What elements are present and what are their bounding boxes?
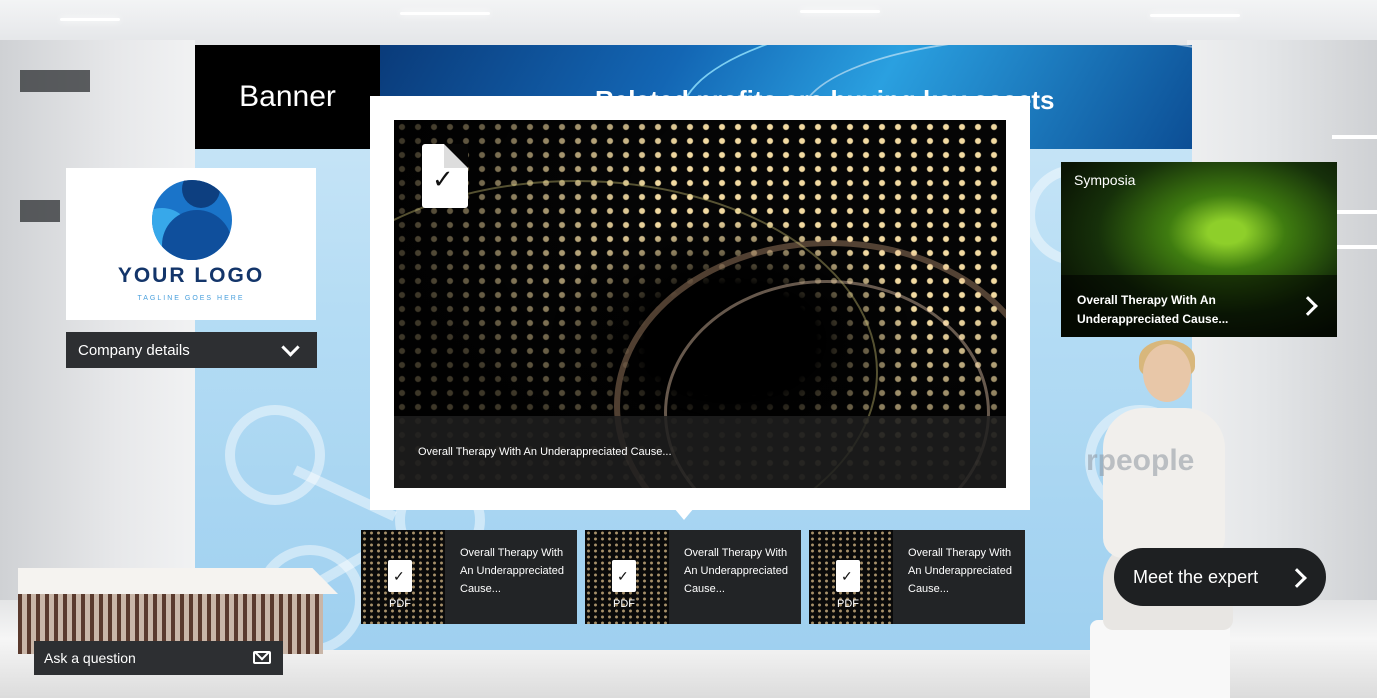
banner-label: Banner	[195, 45, 380, 149]
pdf-label: PDF	[613, 598, 635, 610]
feature-pointer	[674, 508, 694, 520]
symposia-card[interactable]: Symposia Overall Therapy With An Underap…	[1061, 162, 1337, 337]
left-wall	[0, 40, 195, 600]
ceiling	[0, 0, 1377, 50]
symposia-caption-bar: Overall Therapy With An Underappreciated…	[1061, 275, 1337, 337]
thumbnail-title: Overall Therapy With An Underappreciated…	[908, 547, 1012, 595]
document-thumbnail[interactable]: ✓ PDF Overall Therapy With An Underappre…	[809, 530, 1025, 624]
chair	[1090, 620, 1230, 698]
ceiling-light	[1150, 14, 1240, 17]
mail-icon	[253, 651, 271, 664]
ask-a-question-button[interactable]: Ask a question	[34, 641, 283, 675]
thumbnail-image: ✓ PDF	[809, 530, 893, 624]
pdf-icon: ✓	[612, 560, 636, 592]
chevron-right-icon	[1287, 568, 1307, 588]
document-thumbnail[interactable]: ✓ PDF Overall Therapy With An Underappre…	[361, 530, 577, 624]
company-logo: YOUR LOGO TAGLINE GOES HERE	[66, 168, 316, 320]
molecule-decoration	[225, 405, 325, 505]
document-thumbnail[interactable]: ✓ PDF Overall Therapy With An Underappre…	[585, 530, 801, 624]
company-details-dropdown[interactable]: Company details	[66, 332, 317, 368]
meet-the-expert-button[interactable]: Meet the expert	[1114, 548, 1326, 606]
expert-avatar	[1085, 340, 1245, 698]
thumbnail-title: Overall Therapy With An Underappreciated…	[684, 547, 788, 595]
logo-tagline: TAGLINE GOES HERE	[137, 295, 245, 302]
wall-panel	[20, 200, 60, 222]
featured-document-card[interactable]: ✓ Overall Therapy With An Underappreciat…	[370, 96, 1030, 510]
pdf-icon: ✓	[388, 560, 412, 592]
logo-mark-icon	[152, 180, 232, 260]
pdf-icon: ✓	[422, 144, 468, 208]
pdf-label: PDF	[837, 598, 859, 610]
logo-text: YOUR LOGO	[117, 264, 265, 287]
ask-a-question-label: Ask a question	[44, 650, 136, 666]
ceiling-light	[800, 10, 880, 13]
symposia-title: Symposia	[1074, 172, 1136, 188]
pdf-icon: ✓	[836, 560, 860, 592]
company-details-label: Company details	[78, 341, 190, 359]
wall-light	[1332, 210, 1377, 214]
chevron-right-icon[interactable]	[1298, 296, 1318, 316]
symposia-caption: Overall Therapy With An Underappreciated…	[1077, 293, 1229, 326]
chevron-down-icon	[281, 337, 300, 357]
reception-desk-top	[18, 568, 338, 594]
thumbnail-image: ✓ PDF	[585, 530, 669, 624]
pdf-label: PDF	[389, 598, 411, 610]
wall-light	[1332, 245, 1377, 249]
ceiling-light	[60, 18, 120, 21]
thumbnail-title: Overall Therapy With An Underappreciated…	[460, 547, 564, 595]
featured-document-image[interactable]: ✓ Overall Therapy With An Underappreciat…	[394, 120, 1006, 488]
wall-light	[1332, 135, 1377, 139]
wall-panel	[20, 70, 90, 92]
watermark-text: rpeople	[1086, 444, 1195, 477]
ceiling-light	[400, 12, 490, 15]
meet-the-expert-label: Meet the expert	[1133, 566, 1259, 587]
thumbnail-image: ✓ PDF	[361, 530, 445, 624]
featured-document-caption: Overall Therapy With An Underappreciated…	[394, 416, 1006, 488]
